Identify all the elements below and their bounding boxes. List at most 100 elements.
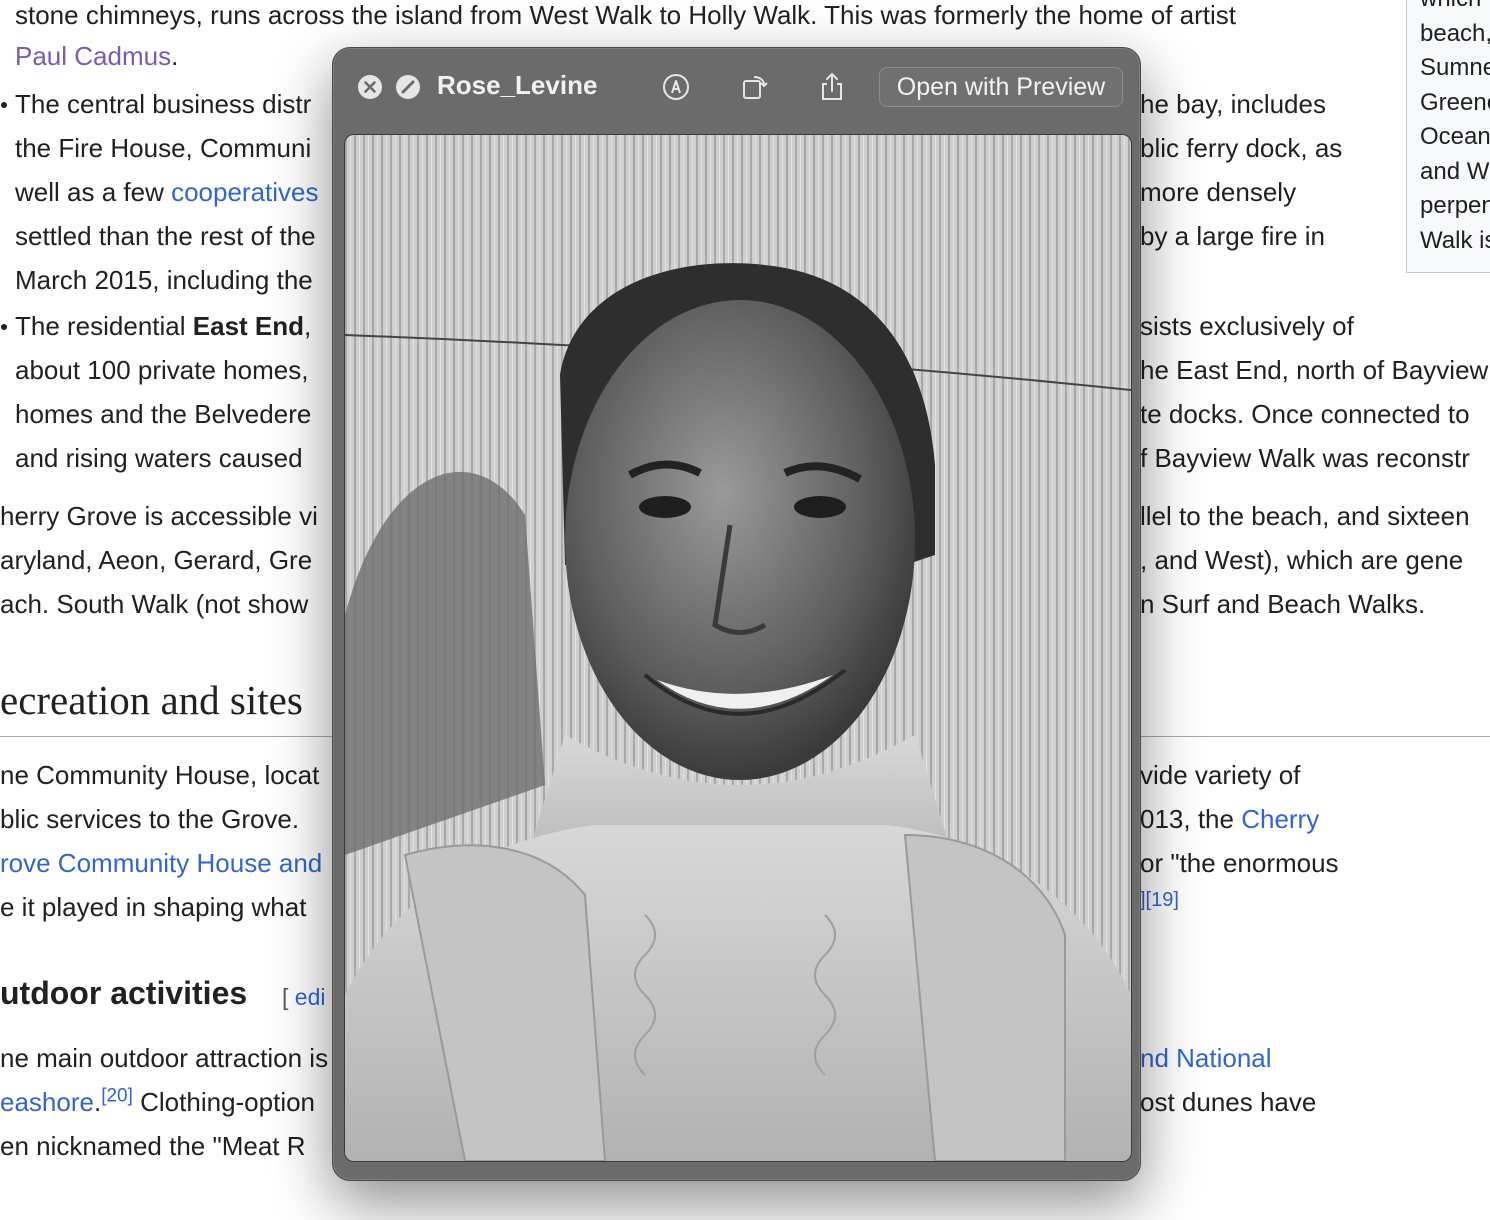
quick-look-toolbar: Rose_Levine Open with Preview <box>333 48 1140 130</box>
edit-section-link[interactable]: [ edi <box>282 982 325 1012</box>
article-line: ne main outdoor attraction is <box>0 1043 328 1073</box>
article-text: Clothing-option <box>132 1087 316 1117</box>
article-text: blic services to the Grove. <box>0 804 300 834</box>
article-line: stone chimneys, runs across the island f… <box>15 0 1236 30</box>
article-line: nd National <box>1140 1043 1272 1073</box>
infobox-line: perpen <box>1420 192 1490 219</box>
infobox-line: Greene <box>1420 88 1490 116</box>
infobox-line: Ocean <box>1420 123 1490 150</box>
article-link[interactable]: nd National <box>1140 1043 1272 1073</box>
fullscreen-icon[interactable] <box>391 70 425 104</box>
article-text: vide variety of <box>1140 760 1301 790</box>
article-line: settled than the rest of the <box>15 221 316 251</box>
infobox-line: beach, <box>1420 19 1490 47</box>
infobox-line: Walk is <box>1420 226 1490 254</box>
edit-bracket: [ <box>282 984 289 1010</box>
article-line: well as a few cooperatives <box>15 177 319 207</box>
article-line: n Surf and Beach Walks. <box>1140 589 1425 619</box>
article-line: blic ferry dock, as <box>1140 133 1342 163</box>
article-line: eashore.[20] Clothing-option <box>0 1085 316 1117</box>
article-text: , <box>304 311 312 341</box>
article-text: aryland, Aeon, Gerard, Gre <box>0 545 313 575</box>
article-link[interactable]: cooperatives <box>171 177 318 207</box>
article-line: he bay, includes <box>1140 89 1326 119</box>
article-line: about 100 private homes, <box>15 355 308 385</box>
article-text: or "the enormous <box>1140 848 1339 878</box>
infobox-line: and W <box>1420 157 1490 185</box>
article-link[interactable]: ][19] <box>1140 889 1179 911</box>
article-text: settled than the rest of the <box>15 221 316 251</box>
article-line: The residential East End, <box>0 311 312 341</box>
article-text: ost dunes have <box>1140 1087 1317 1117</box>
article-line: sists exclusively of <box>1140 311 1354 341</box>
article-link[interactable]: rove Community House and <box>0 848 322 878</box>
article-text: and rising waters caused <box>15 443 303 473</box>
article-text: . <box>171 41 179 71</box>
share-icon[interactable] <box>815 70 849 104</box>
article-link[interactable]: eashore <box>0 1087 94 1117</box>
article-line: herry Grove is accessible vi <box>0 501 318 531</box>
article-link[interactable]: Cherry <box>1241 804 1319 834</box>
article-text: te docks. Once connected to <box>1140 399 1470 429</box>
article-line: aryland, Aeon, Gerard, Gre <box>0 545 312 575</box>
article-line: vide variety of <box>1140 760 1300 790</box>
open-with-preview-button[interactable]: Open with Preview <box>879 67 1123 107</box>
article-text: blic ferry dock, as <box>1140 133 1343 163</box>
article-text: ne Community House, locat <box>0 760 320 790</box>
article-text: he East End, north of Bayview <box>1140 355 1489 385</box>
rotate-icon[interactable] <box>737 70 771 104</box>
article-line: Paul Cadmus. <box>15 41 178 71</box>
article-text: e it played in shaping what <box>0 892 307 922</box>
article-link[interactable]: [20] <box>101 1085 133 1106</box>
article-line: te docks. Once connected to <box>1140 399 1470 429</box>
article-text: the Fire House, Communi <box>15 133 312 163</box>
article-line: ach. South Walk (not show <box>0 589 308 619</box>
article-text: he bay, includes <box>1140 89 1326 119</box>
section-heading-recreation: ecreation and sites <box>0 677 303 723</box>
article-line: e it played in shaping what <box>0 892 306 922</box>
article-line: ost dunes have <box>1140 1087 1316 1117</box>
article-text: The central business distr <box>15 89 312 119</box>
close-icon[interactable] <box>353 70 387 104</box>
article-line: llel to the beach, and sixteen <box>1140 501 1470 531</box>
quick-look-window[interactable]: Rose_Levine Open with Preview <box>332 47 1141 1181</box>
article-line: the Fire House, Communi <box>15 133 311 163</box>
markup-icon[interactable] <box>659 70 693 104</box>
article-line: 013, the Cherry <box>1140 804 1319 834</box>
article-line: The central business distr <box>0 89 312 119</box>
article-line: and rising waters caused <box>15 443 303 473</box>
article-line: ne Community House, locat <box>0 760 319 790</box>
article-line: en nicknamed the "Meat R <box>0 1131 306 1161</box>
article-line: f Bayview Walk was reconstr <box>1140 443 1470 473</box>
article-text: The residential <box>15 311 193 341</box>
article-text: March 2015, including the <box>15 265 313 295</box>
article-line: or "the enormous <box>1140 848 1339 878</box>
article-text: , and West), which are gene <box>1140 545 1464 575</box>
article-text: about 100 private homes, <box>15 355 309 385</box>
article-text: 013, the <box>1140 804 1242 834</box>
article-line: , and West), which are gene <box>1140 545 1463 575</box>
article-text: well as a few <box>15 177 172 207</box>
article-text: East End <box>192 311 305 341</box>
article-text: herry Grove is accessible vi <box>0 501 318 531</box>
article-line: more densely <box>1140 177 1296 207</box>
infobox-line: which <box>1420 0 1481 17</box>
article-line: rove Community House and <box>0 848 322 878</box>
article-text: en nicknamed the "Meat R <box>0 1131 306 1161</box>
edit-link-label[interactable]: edi <box>295 984 326 1010</box>
article-text: llel to the beach, and sixteen <box>1140 501 1470 531</box>
article-text: f Bayview Walk was reconstr <box>1140 443 1470 473</box>
article-text: stone chimneys, runs across the island f… <box>15 0 1236 30</box>
infobox: which beach, Sumne Greene Ocean and W perpen Wa… <box>1406 0 1490 273</box>
article-text: homes and the Belvedere <box>15 399 312 429</box>
article-text: by a large fire in <box>1140 221 1325 251</box>
article-line: homes and the Belvedere <box>15 399 311 429</box>
article-line: blic services to the Grove. <box>0 804 299 834</box>
portrait-photo <box>344 134 1132 1162</box>
article-line: he East End, north of Bayview <box>1140 355 1488 385</box>
article-link[interactable]: Paul Cadmus <box>15 41 171 71</box>
article-text: sists exclusively of <box>1140 311 1354 341</box>
portrait-image <box>345 135 1131 1161</box>
article-text: more densely <box>1140 177 1297 207</box>
article-text: ach. South Walk (not show <box>0 589 309 619</box>
